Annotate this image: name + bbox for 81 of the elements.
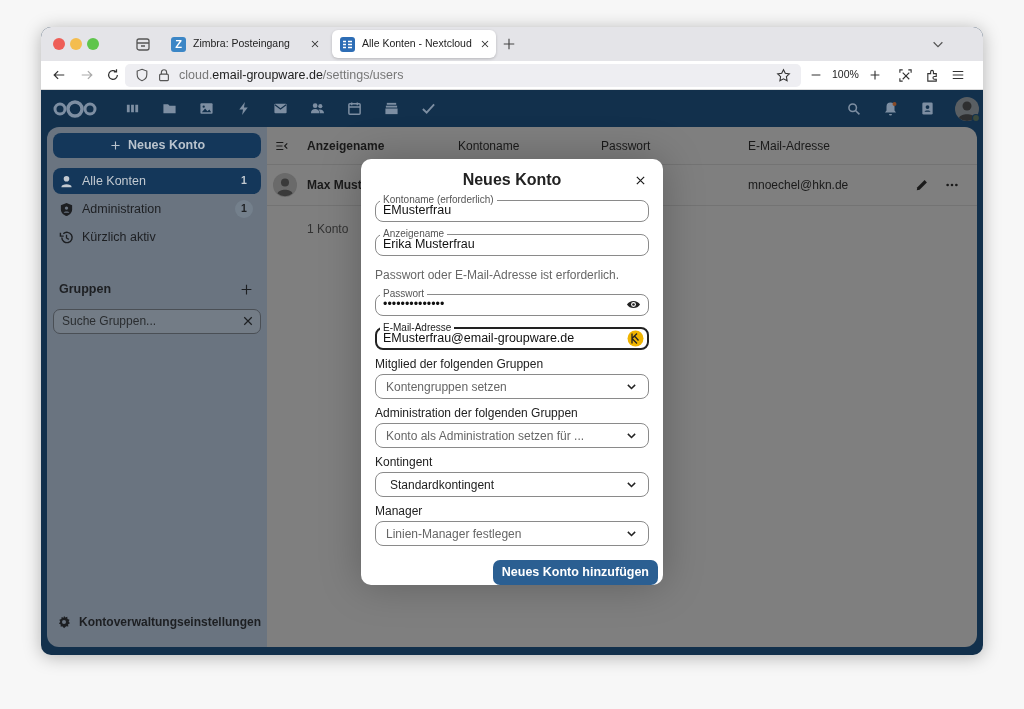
tab-title: Zimbra: Posteingang [193,36,291,52]
sidebar-item[interactable]: Alle Konten 1 [53,168,261,194]
dialog-title: Neues Konto [462,170,562,190]
folder-icon[interactable] [162,101,177,116]
dropdown[interactable]: Standardkontingent [375,472,649,497]
screenshot-icon[interactable] [897,67,913,83]
item-count: 1 [235,200,253,218]
extensions-icon[interactable] [924,67,940,83]
text-input[interactable]: •••••••••••••• [383,296,626,313]
zimbra-logo: Z [171,36,186,52]
text-field[interactable]: Anzeigename Erika Musterfrau [375,229,649,256]
column-header[interactable]: Anzeigename [307,136,458,155]
field-label: Kontingent [375,455,434,470]
zoom-level[interactable]: 100% [832,67,859,83]
new-tab-icon[interactable] [502,37,516,51]
account-count: 1 Konto [307,221,349,238]
hint-text: Passwort oder E-Mail-Adresse ist erforderlich. [375,267,621,284]
field-label: Kontoname (erforderlich) [382,195,495,205]
person-icon [59,173,74,189]
text-field[interactable]: Passwort •••••••••••••• [375,289,649,316]
mail-icon[interactable] [273,101,288,116]
back-icon[interactable] [52,68,66,82]
tab-overview-icon[interactable] [135,36,151,52]
field-label: Passwort [382,289,426,299]
dropdown[interactable]: Kontengruppen setzen [375,374,649,399]
column-header[interactable]: Kontoname [458,136,601,155]
settings-icon [57,615,71,629]
bookmark-star-icon[interactable] [776,67,791,83]
new-account-button[interactable]: Neues Konto [53,133,261,158]
table-cell-text: mnoechel@hkn.de [748,177,850,194]
close-icon[interactable] [309,38,321,50]
table-cell-text: Max Must [307,177,363,194]
group-search-field[interactable]: Suche Gruppen... [53,308,261,334]
field-label: Administration der folgenden Gruppen [375,406,579,421]
image-icon[interactable] [199,101,214,116]
contact-card-icon[interactable] [920,101,935,116]
shield-icon [135,68,149,82]
field-label: E-Mail-Adresse [382,323,453,333]
field-label: Manager [375,504,424,519]
text-field[interactable]: E-Mail-Adresse EMusterfrau@email-groupware.de [375,323,649,350]
text-field[interactable]: Kontoname (erforderlich) EMusterfrau [375,195,649,222]
nextcloud-tab-icon [340,36,355,52]
sidebar-item[interactable]: Kürzlich aktiv [53,224,261,250]
close-window-button[interactable] [53,38,65,50]
dropdown[interactable]: Konto als Administration setzen für ... [375,423,649,448]
password-manager-icon[interactable] [627,330,644,347]
field-label: Mitglied der folgenden Gruppen [375,357,545,372]
cards-icon[interactable] [384,101,399,116]
tab-title: Alle Konten - Nextcloud [362,36,472,52]
browser-tab[interactable]: Alle Konten - Nextcloud [332,30,496,58]
dropdown[interactable]: Linien-Manager festlegen [375,521,649,546]
clear-icon[interactable] [242,315,254,328]
sidebar-item[interactable]: Administration 1 [53,196,261,222]
column-header[interactable]: Passwort [601,136,748,155]
lock-icon [157,68,171,82]
shield-person-icon [59,201,74,217]
user-avatar [273,173,297,197]
forward-icon[interactable] [80,68,94,82]
checkmark-icon[interactable] [421,101,436,116]
history-icon [59,229,74,245]
contacts-icon[interactable] [310,101,325,116]
column-header[interactable]: E-Mail-Adresse [748,136,895,155]
add-account-button[interactable]: Neues Konto hinzufügen [492,560,658,585]
user-avatar[interactable] [954,95,980,122]
text-input[interactable]: EMusterfrau@email-groupware.de [383,330,627,347]
browser-tab[interactable]: Z Zimbra: Posteingang [163,30,329,58]
nextcloud-logo[interactable] [53,98,97,119]
add-group-icon[interactable] [240,282,253,296]
section-title: Gruppen [59,281,112,298]
item-count: 1 [240,173,248,189]
field-label: Anzeigename [382,229,446,239]
search-icon[interactable] [847,101,861,116]
calendar-icon[interactable] [347,101,362,116]
address-bar[interactable]: cloud.email-groupware.de/settings/users [125,63,801,87]
edit-icon[interactable] [915,178,929,192]
menu-icon[interactable] [950,68,965,82]
url-text: cloud.email-groupware.de/settings/users [179,66,405,84]
reload-icon[interactable] [106,68,120,82]
notification-bell-icon[interactable] [883,101,898,116]
search-input[interactable]: Suche Gruppen... [60,311,242,332]
plus-icon [108,139,122,152]
